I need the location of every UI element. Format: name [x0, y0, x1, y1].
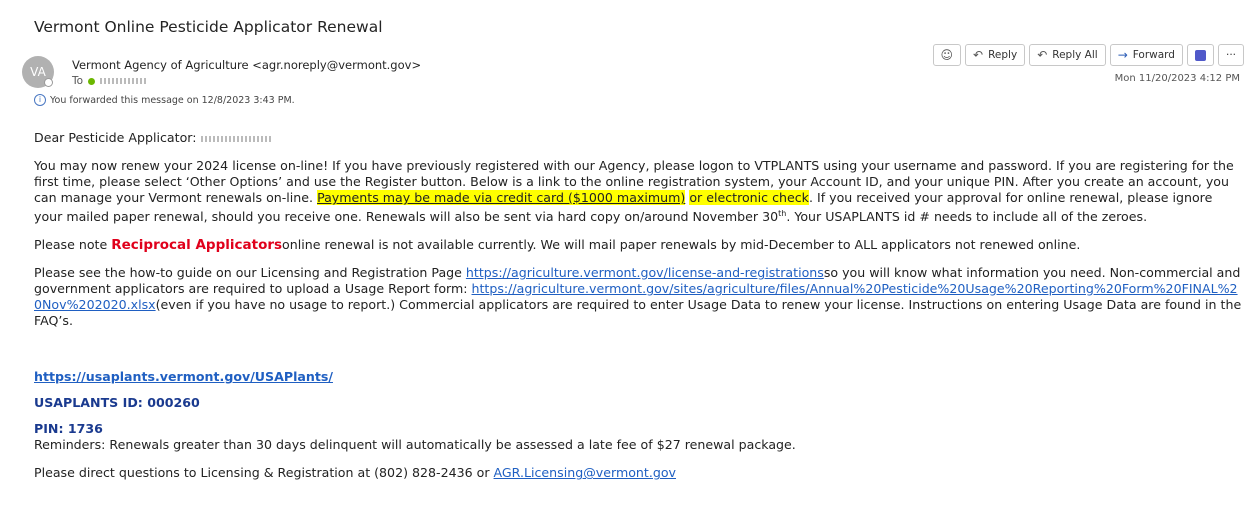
usaplants-id: USAPLANTS ID: 000260	[34, 395, 200, 411]
redacted-recipient	[100, 78, 149, 84]
forwarded-notice: i You forwarded this message on 12/8/202…	[34, 94, 295, 106]
reply-button[interactable]: ↶ Reply	[965, 44, 1026, 66]
info-icon: i	[34, 94, 46, 106]
reply-label: Reply	[988, 49, 1018, 61]
message-toolbar: ☺ ↶ Reply ↶ Reply All → Forward ···	[932, 44, 1244, 66]
forward-icon: →	[1117, 48, 1128, 62]
redacted-name	[200, 135, 271, 142]
email-subject: Vermont Online Pesticide Applicator Rene…	[34, 18, 383, 36]
reply-all-icon: ↶	[1037, 48, 1048, 62]
payment-highlight: Payments may be made via credit card ($1…	[317, 190, 686, 205]
paragraph-reciprocal: Please note Reciprocal Applicatorsonline…	[34, 237, 1242, 253]
pin-line: PIN: 1736	[34, 421, 1242, 437]
p3-text-c: (even if you have no usage to report.) C…	[34, 297, 1242, 329]
reply-all-label: Reply All	[1052, 49, 1098, 61]
usaplants-link[interactable]: https://usaplants.vermont.gov/USAPlants/	[34, 369, 333, 384]
recipient-line: To	[72, 75, 149, 87]
to-label: To	[72, 75, 84, 87]
p3-text-a: Please see the how-to guide on our Licen…	[34, 265, 466, 281]
usaplants-url-line: https://usaplants.vermont.gov/USAPlants/	[34, 369, 1242, 385]
emoji-reaction-button[interactable]: ☺	[932, 44, 962, 66]
more-icon: ···	[1225, 49, 1236, 61]
p2-text-a: Please note	[34, 237, 112, 253]
contact-line: Please direct questions to Licensing & R…	[34, 465, 1242, 481]
paragraph-howto: Please see the how-to guide on our Licen…	[34, 265, 1242, 329]
teams-icon	[1194, 49, 1206, 61]
reply-icon: ↶	[973, 48, 984, 62]
license-registration-link[interactable]: https://agriculture.vermont.gov/license-…	[466, 265, 824, 280]
greeting-text: Dear Pesticide Applicator:	[34, 130, 197, 145]
recipient-presence-icon	[88, 77, 96, 85]
teams-button[interactable]	[1186, 44, 1214, 66]
paragraph-renewal: You may now renew your 2024 license on-l…	[34, 158, 1242, 225]
contact-email-link[interactable]: AGR.Licensing@vermont.gov	[494, 465, 676, 480]
reply-all-button[interactable]: ↶ Reply All	[1029, 44, 1106, 66]
p1-text-c: . Your USAPLANTS id # needs to include a…	[786, 209, 1148, 225]
more-actions-button[interactable]: ···	[1217, 44, 1244, 66]
forwarded-note-text: You forwarded this message on 12/8/2023 …	[50, 94, 295, 106]
pin: PIN: 1736	[34, 421, 103, 437]
received-date: Mon 11/20/2023 4:12 PM	[1114, 73, 1240, 84]
forward-button[interactable]: → Forward	[1109, 44, 1183, 66]
usaplants-id-line: USAPLANTS ID: 000260	[34, 395, 1242, 411]
smiley-icon: ☺	[940, 48, 954, 62]
reminder-line: Reminders: Renewals greater than 30 days…	[34, 437, 1242, 453]
email-body: Dear Pesticide Applicator: You may now r…	[34, 130, 1242, 493]
sender-name[interactable]: Vermont Agency of Agriculture <agr.norep…	[72, 58, 421, 72]
presence-status-icon	[44, 78, 53, 87]
p2-text-b: online renewal is not available currentl…	[282, 237, 1081, 253]
reciprocal-emphasis: Reciprocal Applicators	[111, 237, 283, 254]
reminder-text: Reminders: Renewals greater than 30 days…	[34, 437, 796, 453]
contact-text: Please direct questions to Licensing & R…	[34, 465, 494, 481]
echeck-highlight: or electronic check	[689, 190, 809, 205]
greeting: Dear Pesticide Applicator:	[34, 130, 1242, 146]
forward-label: Forward	[1132, 49, 1175, 61]
